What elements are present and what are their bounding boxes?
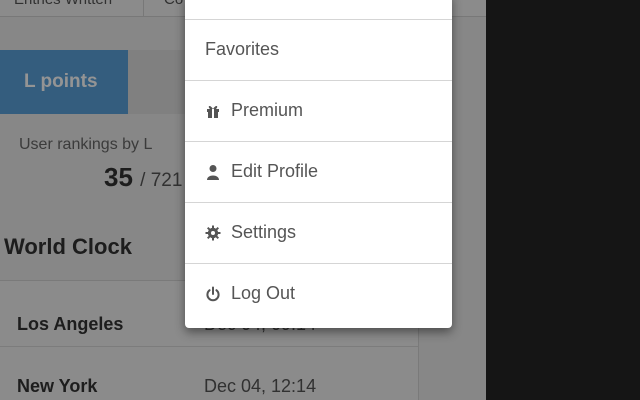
menu-item-label: Premium	[231, 100, 304, 120]
dark-backdrop	[486, 0, 640, 400]
menu-item-log-out[interactable]: Log Out	[185, 263, 452, 323]
menu-item-premium[interactable]: Premium	[185, 80, 452, 140]
menu-item-edit-profile[interactable]: Edit Profile	[185, 141, 452, 201]
power-icon	[205, 286, 223, 302]
menu-item-favorites[interactable]: Favorites	[185, 19, 452, 79]
menu-item-label: Log Out	[231, 283, 296, 303]
gear-icon	[205, 225, 223, 241]
user-dropdown-menu: Favorites Premium Edit Profile Settings …	[185, 0, 452, 328]
menu-item-label: Edit Profile	[231, 161, 319, 181]
menu-item-settings[interactable]: Settings	[185, 202, 452, 262]
menu-item-label: Favorites	[205, 39, 280, 59]
menu-item-label: Settings	[231, 222, 297, 242]
gift-icon	[205, 103, 223, 119]
user-icon	[205, 164, 223, 180]
